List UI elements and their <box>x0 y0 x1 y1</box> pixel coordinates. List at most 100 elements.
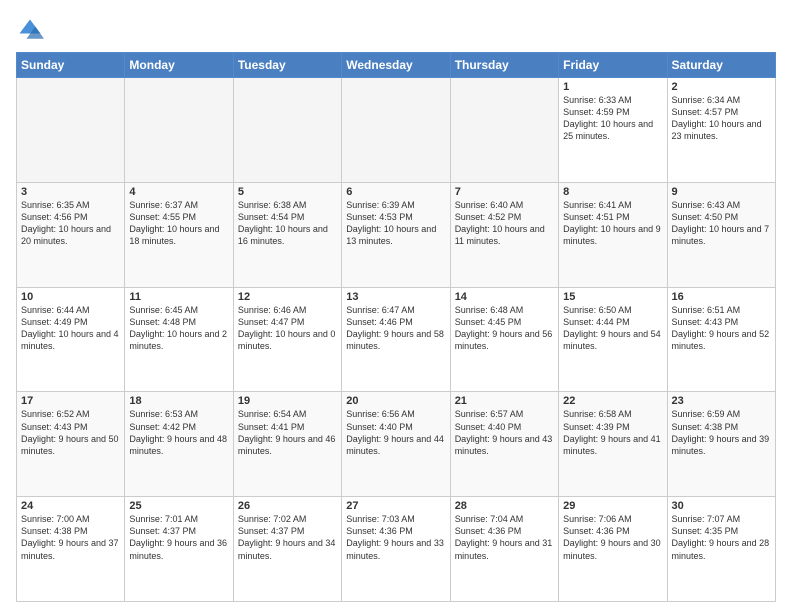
day-info: Sunrise: 6:58 AM Sunset: 4:39 PM Dayligh… <box>563 408 662 457</box>
day-number: 20 <box>346 395 445 407</box>
day-info: Sunrise: 7:06 AM Sunset: 4:36 PM Dayligh… <box>563 513 662 562</box>
calendar-header-saturday: Saturday <box>667 53 775 78</box>
day-number: 25 <box>129 500 228 512</box>
calendar-cell: 14Sunrise: 6:48 AM Sunset: 4:45 PM Dayli… <box>450 287 558 392</box>
calendar-cell: 25Sunrise: 7:01 AM Sunset: 4:37 PM Dayli… <box>125 497 233 602</box>
calendar-header-thursday: Thursday <box>450 53 558 78</box>
day-info: Sunrise: 6:59 AM Sunset: 4:38 PM Dayligh… <box>672 408 771 457</box>
day-info: Sunrise: 6:51 AM Sunset: 4:43 PM Dayligh… <box>672 304 771 353</box>
day-number: 1 <box>563 81 662 93</box>
logo <box>16 16 48 44</box>
calendar-cell: 24Sunrise: 7:00 AM Sunset: 4:38 PM Dayli… <box>17 497 125 602</box>
calendar-cell: 22Sunrise: 6:58 AM Sunset: 4:39 PM Dayli… <box>559 392 667 497</box>
day-number: 5 <box>238 186 337 198</box>
day-number: 11 <box>129 291 228 303</box>
day-info: Sunrise: 6:47 AM Sunset: 4:46 PM Dayligh… <box>346 304 445 353</box>
day-info: Sunrise: 6:53 AM Sunset: 4:42 PM Dayligh… <box>129 408 228 457</box>
calendar-cell: 4Sunrise: 6:37 AM Sunset: 4:55 PM Daylig… <box>125 182 233 287</box>
calendar-week-3: 10Sunrise: 6:44 AM Sunset: 4:49 PM Dayli… <box>17 287 776 392</box>
day-info: Sunrise: 6:41 AM Sunset: 4:51 PM Dayligh… <box>563 199 662 248</box>
calendar-header-tuesday: Tuesday <box>233 53 341 78</box>
calendar-cell: 11Sunrise: 6:45 AM Sunset: 4:48 PM Dayli… <box>125 287 233 392</box>
calendar-cell <box>17 78 125 183</box>
calendar-cell <box>342 78 450 183</box>
day-number: 2 <box>672 81 771 93</box>
day-info: Sunrise: 6:40 AM Sunset: 4:52 PM Dayligh… <box>455 199 554 248</box>
calendar-header-sunday: Sunday <box>17 53 125 78</box>
calendar-cell: 29Sunrise: 7:06 AM Sunset: 4:36 PM Dayli… <box>559 497 667 602</box>
calendar-cell <box>233 78 341 183</box>
day-info: Sunrise: 6:43 AM Sunset: 4:50 PM Dayligh… <box>672 199 771 248</box>
day-number: 6 <box>346 186 445 198</box>
day-info: Sunrise: 7:01 AM Sunset: 4:37 PM Dayligh… <box>129 513 228 562</box>
day-number: 28 <box>455 500 554 512</box>
day-number: 29 <box>563 500 662 512</box>
day-number: 21 <box>455 395 554 407</box>
day-number: 8 <box>563 186 662 198</box>
day-number: 26 <box>238 500 337 512</box>
calendar-cell <box>125 78 233 183</box>
day-info: Sunrise: 6:38 AM Sunset: 4:54 PM Dayligh… <box>238 199 337 248</box>
calendar-cell: 9Sunrise: 6:43 AM Sunset: 4:50 PM Daylig… <box>667 182 775 287</box>
day-info: Sunrise: 6:35 AM Sunset: 4:56 PM Dayligh… <box>21 199 120 248</box>
day-number: 10 <box>21 291 120 303</box>
day-number: 12 <box>238 291 337 303</box>
day-number: 22 <box>563 395 662 407</box>
calendar-cell: 18Sunrise: 6:53 AM Sunset: 4:42 PM Dayli… <box>125 392 233 497</box>
calendar-week-1: 1Sunrise: 6:33 AM Sunset: 4:59 PM Daylig… <box>17 78 776 183</box>
day-number: 4 <box>129 186 228 198</box>
calendar-cell: 2Sunrise: 6:34 AM Sunset: 4:57 PM Daylig… <box>667 78 775 183</box>
day-info: Sunrise: 7:02 AM Sunset: 4:37 PM Dayligh… <box>238 513 337 562</box>
day-number: 30 <box>672 500 771 512</box>
calendar-cell: 16Sunrise: 6:51 AM Sunset: 4:43 PM Dayli… <box>667 287 775 392</box>
logo-icon <box>16 16 44 44</box>
calendar-cell: 7Sunrise: 6:40 AM Sunset: 4:52 PM Daylig… <box>450 182 558 287</box>
day-info: Sunrise: 6:57 AM Sunset: 4:40 PM Dayligh… <box>455 408 554 457</box>
calendar-cell: 15Sunrise: 6:50 AM Sunset: 4:44 PM Dayli… <box>559 287 667 392</box>
header <box>16 16 776 44</box>
calendar-cell <box>450 78 558 183</box>
calendar-week-4: 17Sunrise: 6:52 AM Sunset: 4:43 PM Dayli… <box>17 392 776 497</box>
calendar-cell: 3Sunrise: 6:35 AM Sunset: 4:56 PM Daylig… <box>17 182 125 287</box>
calendar-cell: 19Sunrise: 6:54 AM Sunset: 4:41 PM Dayli… <box>233 392 341 497</box>
day-info: Sunrise: 6:48 AM Sunset: 4:45 PM Dayligh… <box>455 304 554 353</box>
calendar-cell: 8Sunrise: 6:41 AM Sunset: 4:51 PM Daylig… <box>559 182 667 287</box>
calendar-cell: 30Sunrise: 7:07 AM Sunset: 4:35 PM Dayli… <box>667 497 775 602</box>
day-number: 3 <box>21 186 120 198</box>
calendar-cell: 28Sunrise: 7:04 AM Sunset: 4:36 PM Dayli… <box>450 497 558 602</box>
day-info: Sunrise: 6:52 AM Sunset: 4:43 PM Dayligh… <box>21 408 120 457</box>
calendar-header-friday: Friday <box>559 53 667 78</box>
calendar-header-monday: Monday <box>125 53 233 78</box>
calendar-header-row: SundayMondayTuesdayWednesdayThursdayFrid… <box>17 53 776 78</box>
day-info: Sunrise: 6:46 AM Sunset: 4:47 PM Dayligh… <box>238 304 337 353</box>
page: SundayMondayTuesdayWednesdayThursdayFrid… <box>0 0 792 612</box>
day-info: Sunrise: 6:34 AM Sunset: 4:57 PM Dayligh… <box>672 94 771 143</box>
day-number: 9 <box>672 186 771 198</box>
day-number: 27 <box>346 500 445 512</box>
day-number: 17 <box>21 395 120 407</box>
calendar-cell: 10Sunrise: 6:44 AM Sunset: 4:49 PM Dayli… <box>17 287 125 392</box>
calendar-cell: 6Sunrise: 6:39 AM Sunset: 4:53 PM Daylig… <box>342 182 450 287</box>
calendar-cell: 26Sunrise: 7:02 AM Sunset: 4:37 PM Dayli… <box>233 497 341 602</box>
day-number: 13 <box>346 291 445 303</box>
day-info: Sunrise: 6:54 AM Sunset: 4:41 PM Dayligh… <box>238 408 337 457</box>
calendar-cell: 21Sunrise: 6:57 AM Sunset: 4:40 PM Dayli… <box>450 392 558 497</box>
calendar-cell: 27Sunrise: 7:03 AM Sunset: 4:36 PM Dayli… <box>342 497 450 602</box>
day-info: Sunrise: 6:50 AM Sunset: 4:44 PM Dayligh… <box>563 304 662 353</box>
calendar-cell: 20Sunrise: 6:56 AM Sunset: 4:40 PM Dayli… <box>342 392 450 497</box>
day-info: Sunrise: 6:56 AM Sunset: 4:40 PM Dayligh… <box>346 408 445 457</box>
calendar-cell: 23Sunrise: 6:59 AM Sunset: 4:38 PM Dayli… <box>667 392 775 497</box>
calendar-week-5: 24Sunrise: 7:00 AM Sunset: 4:38 PM Dayli… <box>17 497 776 602</box>
day-info: Sunrise: 7:00 AM Sunset: 4:38 PM Dayligh… <box>21 513 120 562</box>
day-info: Sunrise: 6:33 AM Sunset: 4:59 PM Dayligh… <box>563 94 662 143</box>
calendar-cell: 13Sunrise: 6:47 AM Sunset: 4:46 PM Dayli… <box>342 287 450 392</box>
day-number: 15 <box>563 291 662 303</box>
day-number: 23 <box>672 395 771 407</box>
calendar-cell: 17Sunrise: 6:52 AM Sunset: 4:43 PM Dayli… <box>17 392 125 497</box>
day-info: Sunrise: 7:04 AM Sunset: 4:36 PM Dayligh… <box>455 513 554 562</box>
day-number: 14 <box>455 291 554 303</box>
calendar-cell: 12Sunrise: 6:46 AM Sunset: 4:47 PM Dayli… <box>233 287 341 392</box>
day-info: Sunrise: 7:03 AM Sunset: 4:36 PM Dayligh… <box>346 513 445 562</box>
day-number: 24 <box>21 500 120 512</box>
calendar-table: SundayMondayTuesdayWednesdayThursdayFrid… <box>16 52 776 602</box>
